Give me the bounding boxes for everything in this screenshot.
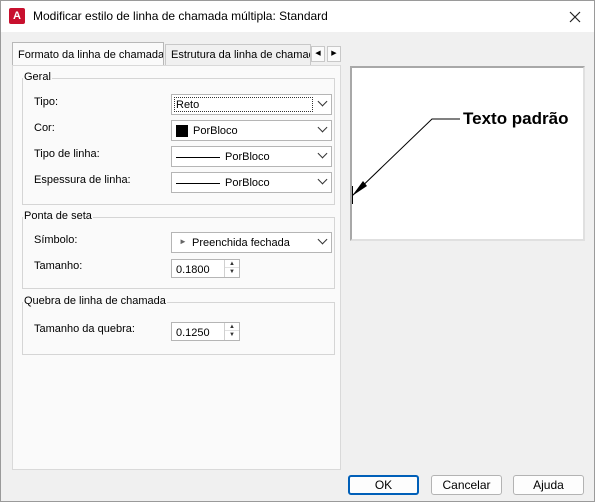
- stepper-up-button[interactable]: ▲: [225, 323, 239, 331]
- simbolo-select[interactable]: ► Preenchida fechada: [171, 232, 332, 253]
- dialog-window: A Modificar estilo de linha de chamada m…: [0, 0, 595, 502]
- group-geral-title: Geral: [23, 71, 52, 83]
- tab-scroll-right-button[interactable]: ▶: [327, 46, 341, 62]
- tipo-de-linha-value: PorBloco: [225, 151, 270, 163]
- tab-panel: Geral Tipo: Reto Cor: PorBloco Tipo de l…: [12, 65, 341, 470]
- triangle-right-icon: ▶: [331, 50, 337, 57]
- preview-text: Texto padrão: [463, 109, 569, 128]
- app-icon-letter: A: [13, 10, 21, 22]
- tamanho-stepper[interactable]: ▲ ▼: [171, 259, 240, 278]
- simbolo-label: Símbolo:: [34, 234, 78, 246]
- leader-preview: [351, 118, 460, 204]
- title-bar: A Modificar estilo de linha de chamada m…: [1, 1, 594, 32]
- color-swatch: [176, 125, 188, 137]
- tamanho-quebra-label: Tamanho da quebra:: [34, 323, 135, 335]
- ok-button[interactable]: OK: [348, 475, 419, 495]
- tab-scroll-left-button[interactable]: ◀: [311, 46, 325, 62]
- espessura-select[interactable]: PorBloco: [171, 172, 332, 193]
- chevron-down-icon: [317, 234, 328, 245]
- tipo-select[interactable]: Reto: [171, 94, 332, 115]
- group-ponta-title: Ponta de seta: [23, 210, 93, 222]
- preview-pane: Texto padrão: [350, 66, 585, 241]
- close-button[interactable]: [564, 6, 586, 28]
- stepper-buttons: ▲ ▼: [224, 260, 239, 277]
- close-icon: [569, 11, 581, 23]
- tamanho-quebra-stepper[interactable]: ▲ ▼: [171, 322, 240, 341]
- chevron-down-icon: [317, 122, 328, 133]
- group-ponta-de-seta: Ponta de seta Símbolo: ► Preenchida fech…: [22, 210, 335, 289]
- cor-label: Cor:: [34, 122, 55, 134]
- tab-estrutura-label: Estrutura da linha de chamada: [171, 49, 311, 61]
- tab-estrutura-linha[interactable]: Estrutura da linha de chamada: [165, 44, 311, 66]
- lineweight-sample: [176, 183, 220, 184]
- tipo-de-linha-select[interactable]: PorBloco: [171, 146, 332, 167]
- espessura-value: PorBloco: [225, 177, 270, 189]
- window-title: Modificar estilo de linha de chamada múl…: [33, 9, 328, 23]
- autocad-app-icon: A: [9, 8, 25, 24]
- tipo-label: Tipo:: [34, 96, 59, 108]
- linetype-sample: [176, 157, 220, 158]
- chevron-down-icon: [317, 96, 328, 107]
- tab-formato-linha[interactable]: Formato da linha de chamada: [12, 42, 164, 65]
- arrowhead-icon: ►: [179, 237, 187, 246]
- simbolo-value: Preenchida fechada: [192, 237, 290, 249]
- group-geral: Geral Tipo: Reto Cor: PorBloco Tipo de l…: [22, 71, 335, 205]
- cor-value: PorBloco: [193, 125, 238, 137]
- chevron-down-icon: [317, 174, 328, 185]
- stepper-down-button[interactable]: ▼: [225, 331, 239, 339]
- espessura-label: Espessura de linha:: [34, 174, 131, 186]
- cor-select[interactable]: PorBloco: [171, 120, 332, 141]
- group-quebra: Quebra de linha de chamada Tamanho da qu…: [22, 295, 335, 355]
- tamanho-label: Tamanho:: [34, 260, 83, 272]
- group-quebra-title: Quebra de linha de chamada: [23, 295, 167, 307]
- tab-formato-label: Formato da linha de chamada: [18, 49, 164, 61]
- stepper-down-button[interactable]: ▼: [225, 268, 239, 276]
- help-button[interactable]: Ajuda: [513, 475, 584, 495]
- chevron-down-icon: [317, 148, 328, 159]
- cancel-button[interactable]: Cancelar: [431, 475, 502, 495]
- triangle-left-icon: ◀: [315, 50, 321, 57]
- stepper-buttons: ▲ ▼: [224, 323, 239, 340]
- tamanho-input[interactable]: [172, 260, 223, 277]
- stepper-up-button[interactable]: ▲: [225, 260, 239, 268]
- tipo-value: Reto: [176, 99, 200, 111]
- tamanho-quebra-input[interactable]: [172, 323, 223, 340]
- tipo-de-linha-label: Tipo de linha:: [34, 148, 100, 160]
